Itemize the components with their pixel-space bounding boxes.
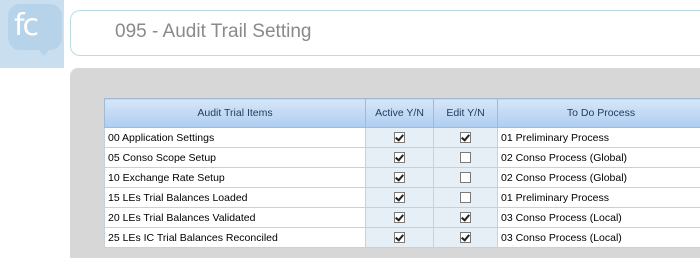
active-checkbox[interactable] [394, 212, 405, 223]
column-header-active[interactable]: Active Y/N [366, 99, 434, 128]
edit-cell [434, 148, 498, 168]
active-cell [366, 208, 434, 228]
table-row[interactable]: 05 Conso Scope Setup 02 Conso Process (Gl… [105, 148, 700, 168]
active-cell [366, 128, 434, 148]
active-checkbox[interactable] [394, 152, 405, 163]
edit-cell [434, 228, 498, 248]
table-row[interactable]: 15 LEs Trial Balances Loaded 01 Prelimina… [105, 188, 700, 208]
app-logo: fc [14, 8, 37, 43]
edit-checkbox[interactable] [460, 172, 471, 183]
active-checkbox[interactable] [394, 132, 405, 143]
page-title: 095 - Audit Trail Setting [115, 21, 311, 43]
to-do-process-cell[interactable]: 03 Conso Process (Local) [498, 228, 700, 248]
active-cell [366, 228, 434, 248]
edit-checkbox[interactable] [460, 152, 471, 163]
to-do-process-cell[interactable]: 02 Conso Process (Global) [498, 168, 700, 188]
audit-item-cell[interactable]: 25 LEs IC Trial Balances Reconciled [105, 228, 366, 248]
table-row[interactable]: 10 Exchange Rate Setup 02 Conso Process (… [105, 168, 700, 188]
active-cell [366, 188, 434, 208]
table-row[interactable]: 20 LEs Trial Balances Validated 03 Conso … [105, 208, 700, 228]
column-header-edit[interactable]: Edit Y/N [434, 99, 498, 128]
audit-item-cell[interactable]: 20 LEs Trial Balances Validated [105, 208, 366, 228]
edit-checkbox[interactable] [460, 132, 471, 143]
table-row[interactable]: 25 LEs IC Trial Balances Reconciled 03 Co… [105, 228, 700, 248]
audit-item-cell[interactable]: 15 LEs Trial Balances Loaded [105, 188, 366, 208]
audit-item-cell[interactable]: 10 Exchange Rate Setup [105, 168, 366, 188]
app-logo-tail [34, 44, 54, 56]
active-checkbox[interactable] [394, 172, 405, 183]
edit-checkbox[interactable] [460, 232, 471, 243]
edit-cell [434, 128, 498, 148]
audit-item-cell[interactable]: 05 Conso Scope Setup [105, 148, 366, 168]
active-cell [366, 148, 434, 168]
audit-trail-grid: Audit Trial Items Active Y/N Edit Y/N To… [104, 98, 700, 248]
to-do-process-cell[interactable]: 01 Preliminary Process [498, 188, 700, 208]
grid-header-row: Audit Trial Items Active Y/N Edit Y/N To… [105, 99, 700, 128]
active-checkbox[interactable] [394, 232, 405, 243]
to-do-process-cell[interactable]: 01 Preliminary Process [498, 128, 700, 148]
active-cell [366, 168, 434, 188]
column-header-audit-trial-items[interactable]: Audit Trial Items [105, 99, 366, 128]
edit-checkbox[interactable] [460, 212, 471, 223]
edit-cell [434, 208, 498, 228]
to-do-process-cell[interactable]: 02 Conso Process (Global) [498, 148, 700, 168]
to-do-process-cell[interactable]: 03 Conso Process (Local) [498, 208, 700, 228]
edit-cell [434, 188, 498, 208]
edit-cell [434, 168, 498, 188]
column-header-to-do-process[interactable]: To Do Process [498, 99, 700, 128]
active-checkbox[interactable] [394, 192, 405, 203]
audit-item-cell[interactable]: 00 Application Settings [105, 128, 366, 148]
edit-checkbox[interactable] [460, 192, 471, 203]
page-header: 095 - Audit Trail Setting [70, 10, 700, 56]
app-logo-tab: fc [0, 0, 64, 68]
table-row[interactable]: 00 Application Settings 01 Preliminary Pr… [105, 128, 700, 148]
